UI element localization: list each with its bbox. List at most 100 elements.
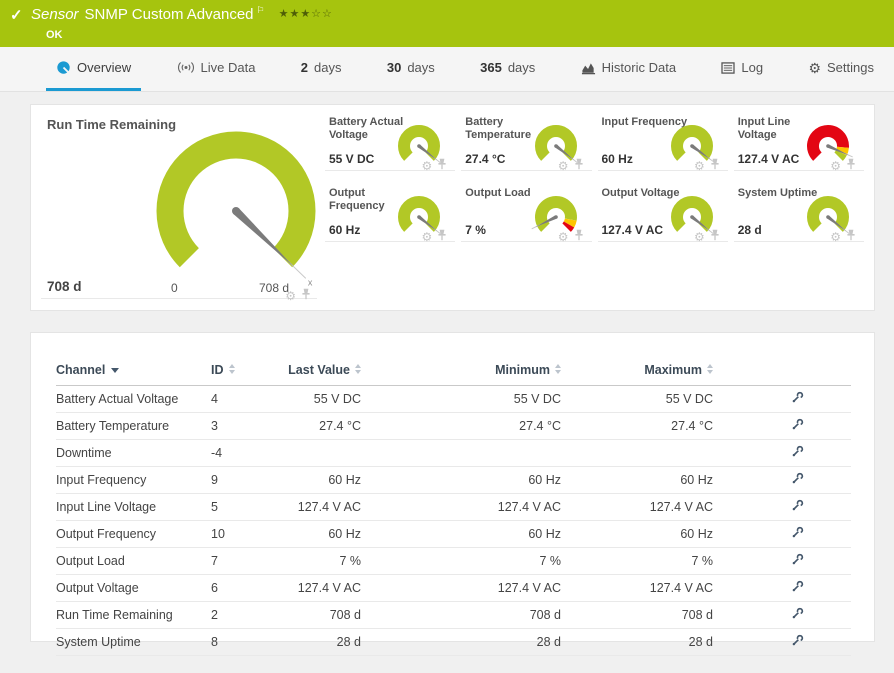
tab-label: Live Data — [200, 60, 256, 75]
tab-label-number: 2 — [300, 60, 309, 75]
channel-settings-icon[interactable] — [791, 445, 804, 461]
tab-historic-data[interactable]: Historic Data — [571, 47, 686, 91]
channel-id: 7 — [211, 547, 261, 575]
tab-live-data[interactable]: Live Data — [167, 47, 266, 91]
gauge-value: 7 % — [465, 223, 486, 237]
tab-label: Overview — [77, 60, 132, 75]
gauge-tile-system-uptime: System Uptime 28 d ⚙ — [733, 184, 864, 243]
channel-settings-icon[interactable] — [791, 607, 804, 623]
last-value: 60 Hz — [261, 520, 361, 548]
gauge-tile-input-frequency: Input Frequency 60 Hz ⚙ — [597, 113, 728, 172]
status-badge: OK — [46, 29, 63, 41]
channel-settings-icon[interactable] — [791, 526, 804, 542]
tile-actions: ⚙ — [421, 157, 447, 175]
minimum-value: 127.4 V AC — [361, 493, 561, 521]
channel-settings-icon[interactable] — [791, 391, 804, 407]
page-title: Sensor SNMP Custom Advanced ⚐ ★★★☆☆ — [31, 5, 333, 23]
channel-settings-icon[interactable] — [791, 499, 804, 515]
sort-icon — [707, 363, 713, 374]
minimum-value: 708 d — [361, 601, 561, 629]
tab-30-days[interactable]: 30 days — [377, 47, 445, 91]
last-value: 55 V DC — [261, 385, 361, 413]
tab-2-days[interactable]: 2 days — [291, 47, 352, 91]
channel-settings-icon[interactable] — [791, 418, 804, 434]
channel-settings-icon[interactable] — [791, 580, 804, 596]
gauge-value: 708 d — [47, 279, 82, 294]
pin-icon[interactable] — [846, 228, 856, 246]
gear-icon[interactable]: ⚙ — [830, 160, 841, 172]
channel-name: Battery Temperature — [56, 412, 211, 440]
tab-365-days[interactable]: 365 days — [470, 47, 545, 91]
channel-row-output-load[interactable]: Output Load 7 7 % 7 % 7 % — [56, 547, 851, 575]
last-value: 708 d — [261, 601, 361, 629]
channel-row-battery-actual-voltage[interactable]: Battery Actual Voltage 4 55 V DC 55 V DC 55 … — [56, 385, 851, 413]
channel-id: 2 — [211, 601, 261, 629]
gear-icon[interactable]: ⚙ — [421, 160, 432, 172]
gauge-tile-battery-temperature: Battery Temperature 27.4 °C ⚙ — [461, 113, 592, 172]
tile-actions: ⚙ — [285, 287, 311, 305]
pin-icon[interactable] — [710, 228, 720, 246]
live-icon — [177, 61, 195, 74]
gear-icon[interactable]: ⚙ — [830, 231, 841, 243]
column-header-id[interactable]: ID — [211, 355, 261, 386]
flag-icon[interactable]: ⚐ — [257, 5, 265, 15]
tab-label: Historic Data — [601, 60, 677, 75]
channel-row-run-time-remaining[interactable]: Run Time Remaining 2 708 d 708 d 708 d — [56, 601, 851, 629]
pin-icon[interactable] — [574, 157, 584, 175]
maximum-value: 55 V DC — [561, 385, 713, 413]
channel-name: Output Voltage — [56, 574, 211, 602]
tab-label-number: 365 — [480, 60, 502, 75]
column-header-last-value[interactable]: Last Value — [261, 355, 361, 386]
tile-actions: ⚙ — [694, 157, 720, 175]
channel-row-output-frequency[interactable]: Output Frequency 10 60 Hz 60 Hz 60 Hz — [56, 520, 851, 548]
sort-icon — [555, 363, 561, 374]
column-header-maximum[interactable]: Maximum — [561, 355, 713, 386]
channel-row-input-frequency[interactable]: Input Frequency 9 60 Hz 60 Hz 60 Hz — [56, 466, 851, 494]
column-label: ID — [211, 362, 224, 377]
channels-table: Channel ID Last Value Minimum Maximum Battery… — [56, 355, 851, 656]
channel-row-system-uptime[interactable]: System Uptime 8 28 d 28 d 28 d — [56, 628, 851, 656]
column-label: Maximum — [644, 362, 702, 377]
gear-icon[interactable]: ⚙ — [285, 290, 296, 302]
tab-log[interactable]: Log — [711, 47, 773, 91]
channel-id: 4 — [211, 385, 261, 413]
gear-icon[interactable]: ⚙ — [421, 231, 432, 243]
channel-row-battery-temperature[interactable]: Battery Temperature 3 27.4 °C 27.4 °C 27.4 °… — [56, 412, 851, 440]
gear-icon[interactable]: ⚙ — [558, 231, 569, 243]
channel-settings-icon[interactable] — [791, 472, 804, 488]
channel-row-output-voltage[interactable]: Output Voltage 6 127.4 V AC 127.4 V AC 127.4… — [56, 574, 851, 602]
pin-icon[interactable] — [437, 157, 447, 175]
channel-settings-icon[interactable] — [791, 553, 804, 569]
sensor-status-header: ✓ Sensor SNMP Custom Advanced ⚐ ★★★☆☆ OK — [0, 0, 894, 47]
tab-overview[interactable]: Overview — [46, 47, 142, 91]
tab-settings[interactable]: ⚙ Settings — [798, 47, 884, 91]
column-header-channel[interactable]: Channel — [56, 355, 211, 386]
pin-icon[interactable] — [301, 287, 311, 305]
tile-actions: ⚙ — [830, 157, 856, 175]
svg-text:x: x — [308, 278, 313, 288]
channel-settings-icon[interactable] — [791, 634, 804, 650]
ok-check-icon: ✓ — [10, 7, 23, 24]
column-header-minimum[interactable]: Minimum — [361, 355, 561, 386]
channel-name: Battery Actual Voltage — [56, 385, 211, 413]
gear-icon[interactable]: ⚙ — [694, 160, 705, 172]
sort-icon — [228, 363, 235, 374]
gear-icon[interactable]: ⚙ — [694, 231, 705, 243]
gauge-scale-min: 0 — [171, 281, 178, 295]
channel-row-downtime[interactable]: Downtime -4 — [56, 439, 851, 467]
pin-icon[interactable] — [710, 157, 720, 175]
last-value: 28 d — [261, 628, 361, 656]
maximum-value: 28 d — [561, 628, 713, 656]
tile-actions: ⚙ — [694, 228, 720, 246]
channel-row-input-line-voltage[interactable]: Input Line Voltage 5 127.4 V AC 127.4 V AC 1… — [56, 493, 851, 521]
pin-icon[interactable] — [846, 157, 856, 175]
gauge-icon — [56, 60, 71, 75]
priority-stars[interactable]: ★★★☆☆ — [279, 8, 333, 20]
pin-icon[interactable] — [574, 228, 584, 246]
chart-icon — [581, 61, 596, 75]
tile-actions: ⚙ — [830, 228, 856, 246]
last-value — [261, 439, 361, 467]
gear-icon[interactable]: ⚙ — [558, 160, 569, 172]
column-label: Channel — [56, 362, 106, 377]
pin-icon[interactable] — [437, 228, 447, 246]
